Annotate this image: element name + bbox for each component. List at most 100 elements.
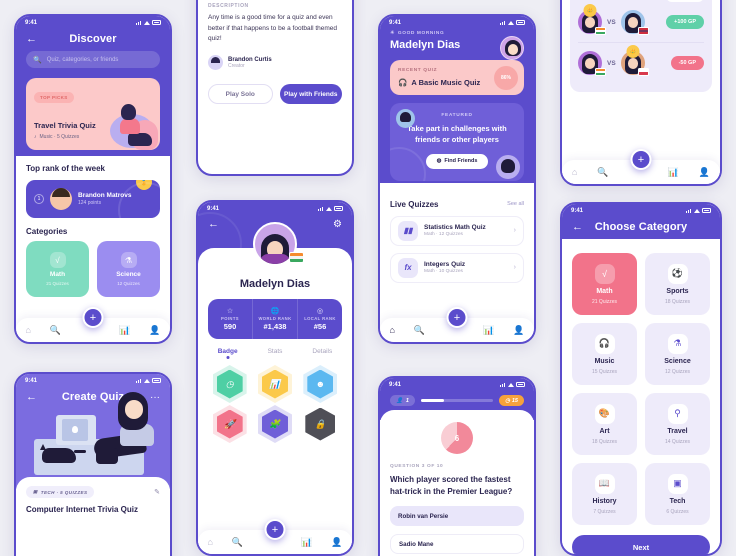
- tab-profile[interactable]: 👤: [149, 325, 160, 335]
- signal-icon: [686, 208, 692, 213]
- badge-item[interactable]: 📊: [255, 365, 294, 403]
- category-option-sports[interactable]: ⚽ Sports 18 Quizzes: [645, 253, 710, 315]
- create-quiz-hero: 9:41 ← Create Quiz ···: [16, 374, 170, 489]
- tab-stats[interactable]: Stats: [251, 348, 298, 359]
- live-quizzes-section: Live Quizzes See all ▮▮ Statistics Math …: [380, 190, 534, 283]
- ui-kit-canvas: 9:41 ← Discover 🔍 Quiz, categories, or f…: [0, 0, 736, 556]
- status-time: 9:41: [571, 207, 584, 214]
- battery-icon: [334, 206, 343, 211]
- badge-item[interactable]: ◷: [210, 365, 249, 403]
- promo-card[interactable]: TOP PICKS Travel Trivia Quiz ♪ Music · 5…: [26, 78, 160, 150]
- tab-home[interactable]: ⌂: [389, 325, 394, 335]
- answer-option[interactable]: Sadio Mane: [390, 534, 524, 554]
- live-quiz-title: Integers Quiz: [424, 260, 466, 268]
- tab-profile[interactable]: 👤: [699, 167, 710, 177]
- next-button[interactable]: Next: [572, 535, 710, 554]
- badge-item[interactable]: 🧩: [255, 405, 294, 443]
- wifi-icon: [144, 20, 150, 25]
- promo-tag: TOP PICKS: [34, 92, 74, 103]
- play-solo-button[interactable]: Play Solo: [208, 84, 273, 105]
- tab-home[interactable]: ⌂: [207, 537, 212, 547]
- question-text: Which player scored the fastest hat-tric…: [390, 475, 513, 496]
- pencil-icon[interactable]: ✎: [154, 488, 160, 496]
- period-select[interactable]: Monthly ⌄: [665, 0, 704, 2]
- status-time: 9:41: [207, 205, 220, 212]
- back-icon[interactable]: ←: [26, 33, 38, 45]
- featured-text: Take part in challenges with friends or …: [407, 124, 507, 145]
- quiz-category-text: TECH · 5 QUIZZES: [40, 489, 88, 495]
- answer-option[interactable]: Robin van Persie: [390, 506, 524, 526]
- find-friends-button[interactable]: ◍ Find Friends: [426, 153, 488, 169]
- category-card-science[interactable]: ⚗ Science 12 Quizzes: [97, 241, 160, 297]
- gear-icon[interactable]: ⚙: [330, 219, 342, 230]
- add-button[interactable]: +: [264, 519, 286, 540]
- more-horizontal-icon[interactable]: ···: [148, 392, 160, 403]
- tab-stats[interactable]: 📊: [119, 325, 130, 335]
- star-icon: ☆: [226, 307, 234, 315]
- category-option-history[interactable]: 📖 History 7 Quizzes: [572, 463, 637, 525]
- category-name: Tech: [669, 497, 686, 505]
- tab-search[interactable]: 🔍: [414, 325, 425, 335]
- category-option-music[interactable]: 🎧 Music 15 Quizzes: [572, 323, 637, 385]
- category-option-art[interactable]: 🎨 Art 18 Quizzes: [572, 393, 637, 455]
- sun-icon: ☀: [390, 31, 395, 36]
- add-button[interactable]: +: [446, 307, 468, 328]
- screen-profile: 9:41 ← ⚙ Madelyn Dias ☆ POINTS 590 🌐 WOR…: [196, 200, 354, 556]
- discover-navbar: ← Discover: [16, 29, 170, 51]
- creator-row[interactable]: Brandon Curtis Creator: [208, 55, 342, 71]
- avatar: [50, 188, 72, 210]
- tab-search[interactable]: 🔍: [232, 537, 243, 547]
- category-option-tech[interactable]: ▣ Tech 6 Quizzes: [645, 463, 710, 525]
- crown-icon: 👑: [626, 45, 640, 58]
- tab-search[interactable]: 🔍: [597, 167, 608, 177]
- tab-stats[interactable]: 📊: [483, 325, 494, 335]
- match-row[interactable]: VS 👑 -50 GP: [578, 43, 704, 83]
- status-bar: 9:41: [16, 16, 170, 29]
- live-quiz-item[interactable]: fx Integers Quiz Math · 10 Quizzes ›: [390, 252, 524, 283]
- badge-item-locked[interactable]: 🔒: [301, 407, 340, 441]
- live-quiz-sub: Math · 10 Quizzes: [424, 269, 463, 275]
- tab-profile[interactable]: 👤: [513, 325, 524, 335]
- category-card-math[interactable]: √ Math 21 Quizzes: [26, 241, 89, 297]
- add-button[interactable]: +: [630, 149, 652, 170]
- stat-value: #1,438: [263, 321, 287, 331]
- tab-stats[interactable]: 📊: [301, 537, 312, 547]
- play-with-friends-button[interactable]: Play with Friends: [279, 84, 342, 105]
- wifi-icon: [508, 382, 514, 387]
- back-icon[interactable]: ←: [572, 221, 584, 233]
- tab-details[interactable]: Details: [299, 348, 346, 359]
- category-sub: 21 Quizzes: [591, 298, 617, 305]
- profile-body: Madelyn Dias ☆ POINTS 590 🌐 WORLD RANK #…: [198, 222, 352, 554]
- recent-quiz-card[interactable]: RECENT QUIZ 🎧 A Basic Music Quiz 86%: [390, 60, 524, 95]
- stat-points: ☆ POINTS 590: [208, 299, 253, 339]
- page-title: Choose Category: [594, 221, 688, 233]
- battery-icon: [516, 20, 525, 25]
- tab-search[interactable]: 🔍: [50, 325, 61, 335]
- wifi-icon: [508, 20, 514, 25]
- badge-item[interactable]: 🚀: [210, 405, 249, 443]
- badge-item[interactable]: ☻: [301, 365, 340, 403]
- category-option-travel[interactable]: ⚲ Travel 14 Quizzes: [645, 393, 710, 455]
- tab-badge[interactable]: Badge: [204, 348, 251, 359]
- quiz-category-tag[interactable]: ▣ TECH · 5 QUIZZES: [26, 486, 95, 498]
- avatar[interactable]: [500, 36, 524, 60]
- tab-home[interactable]: ⌂: [25, 325, 30, 335]
- category-navbar: ← Choose Category: [562, 217, 720, 239]
- battery-icon: [152, 20, 161, 25]
- category-option-math[interactable]: √ Math 21 Quizzes: [572, 253, 637, 315]
- status-time: 9:41: [389, 19, 402, 26]
- top-rank-card[interactable]: 1 Brandon Matrovs 124 points 🏅: [26, 180, 160, 218]
- avatar: [208, 55, 223, 71]
- search-input[interactable]: 🔍 Quiz, categories, or friends: [26, 51, 160, 68]
- category-option-science[interactable]: ⚗ Science 12 Quizzes: [645, 323, 710, 385]
- add-button[interactable]: +: [82, 307, 104, 328]
- live-quiz-item[interactable]: ▮▮ Statistics Math Quiz Math · 12 Quizze…: [390, 215, 524, 246]
- see-all-link[interactable]: See all: [507, 201, 524, 207]
- back-icon[interactable]: ←: [26, 391, 38, 403]
- match-row[interactable]: 👑 VS +100 GP: [578, 2, 704, 43]
- flag-icon: [637, 27, 649, 35]
- tab-home[interactable]: ⌂: [572, 167, 577, 177]
- tab-profile[interactable]: 👤: [331, 537, 342, 547]
- back-icon[interactable]: ←: [208, 219, 220, 230]
- tab-stats[interactable]: 📊: [668, 167, 679, 177]
